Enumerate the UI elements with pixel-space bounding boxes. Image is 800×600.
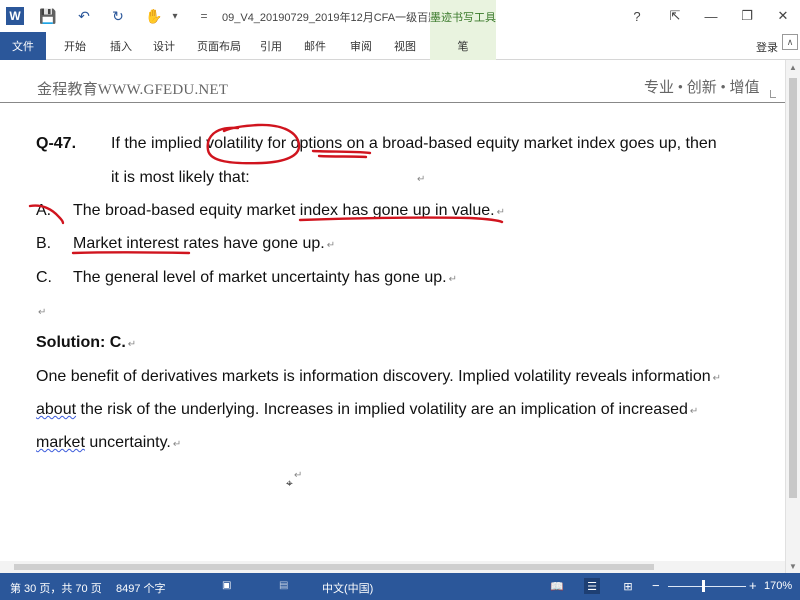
scroll-up-icon[interactable]: ▲ xyxy=(786,60,800,74)
help-button[interactable]: ? xyxy=(620,0,654,32)
paragraph-mark-icon: ↵ xyxy=(38,307,47,318)
record-macro-icon[interactable]: ▤ xyxy=(279,580,288,591)
option-c-letter: C. xyxy=(36,269,52,286)
tab-design[interactable]: 设计 xyxy=(145,32,183,60)
language-indicator[interactable]: 中文(中国) xyxy=(322,580,373,596)
touch-dropdown-icon[interactable]: ▾ xyxy=(168,0,182,32)
word-logo-icon: W xyxy=(6,7,24,25)
solution-line-3: market uncertainty. ↵ xyxy=(36,434,182,451)
word-count[interactable]: 8497 个字 xyxy=(116,580,166,596)
zoom-level[interactable]: 170% xyxy=(764,580,792,592)
paragraph-mark-icon: ↵ xyxy=(294,470,303,481)
option-c-text: The general level of market uncertainty … xyxy=(73,269,457,286)
collapse-ribbon-icon[interactable]: ∧ xyxy=(782,34,798,50)
save-icon[interactable]: 💾 xyxy=(34,0,62,32)
web-layout-icon[interactable]: ⊞ xyxy=(620,578,636,594)
scrollbar-thumb[interactable] xyxy=(789,78,797,498)
tab-view[interactable]: 视图 xyxy=(388,32,422,60)
ink-underline-options-2 xyxy=(317,154,368,159)
minimize-button[interactable]: — xyxy=(694,0,728,32)
option-a-text: The broad-based equity market index has … xyxy=(73,202,505,219)
tab-mailings[interactable]: 邮件 xyxy=(298,32,332,60)
touch-mode-icon[interactable]: ✋ xyxy=(140,0,168,32)
ribbon-display-options-icon[interactable]: ⇱ xyxy=(658,0,692,32)
text-cursor-icon: ⌖ xyxy=(286,476,293,490)
question-number: Q-47. xyxy=(36,135,77,152)
zoom-out-button[interactable]: − xyxy=(652,578,660,593)
tab-pen[interactable]: 笔 xyxy=(430,32,496,60)
document-title: 09_V4_20190729_2019年12月CFA一级百题... xyxy=(222,12,449,24)
horizontal-scrollbar-thumb[interactable] xyxy=(14,564,654,570)
page-count[interactable]: 第 30 页，共 70 页 xyxy=(10,580,102,596)
paragraph-mark-icon: ↵ xyxy=(417,174,426,185)
print-layout-icon[interactable]: ☰ xyxy=(584,578,600,594)
option-b-letter: B. xyxy=(36,235,52,252)
zoom-in-button[interactable]: + xyxy=(749,578,757,593)
customize-qat-icon[interactable]: = xyxy=(190,0,218,32)
document-page[interactable]: 金程教育WWW.GFEDU.NET 专业 • 创新 • 增值 Q-47. If … xyxy=(0,60,785,573)
sign-in-link[interactable]: 登录 xyxy=(756,39,778,55)
solution-line-1: One benefit of derivatives markets is in… xyxy=(36,368,722,385)
header-divider xyxy=(0,102,785,103)
option-a-letter: A. xyxy=(36,202,52,219)
ink-tools-context-header: 墨迹书写工具 xyxy=(430,0,496,32)
zoom-slider-thumb[interactable] xyxy=(702,580,705,592)
ribbon-tabs: 文件 开始 插入 设计 页面布局 引用 邮件 审阅 视图 笔 登录 xyxy=(0,32,800,60)
tab-page-layout[interactable]: 页面布局 xyxy=(194,32,244,60)
solution-label: Solution: C. ↵ xyxy=(36,334,137,351)
tab-file[interactable]: 文件 xyxy=(0,32,46,60)
tab-home[interactable]: 开始 xyxy=(56,32,94,60)
redo-icon[interactable]: ↻ xyxy=(104,0,132,32)
solution-line-2: about the risk of the underlying. Increa… xyxy=(36,401,699,418)
page-header-left: 金程教育WWW.GFEDU.NET xyxy=(37,82,229,98)
scroll-down-icon[interactable]: ▼ xyxy=(786,559,800,573)
tab-references[interactable]: 引用 xyxy=(254,32,288,60)
option-b-text: Market interest rates have gone up. ↵ xyxy=(73,235,336,252)
tab-insert[interactable]: 插入 xyxy=(102,32,140,60)
status-bar: 第 30 页，共 70 页 8497 个字 ▣ ▤ 中文(中国) 📖 ☰ ⊞ −… xyxy=(0,573,800,600)
proofing-icon[interactable]: ▣ xyxy=(222,580,231,591)
question-line-2: it is most likely that: xyxy=(111,169,250,186)
header-corner-mark xyxy=(770,90,776,98)
question-line-1: If the implied volatility for options on… xyxy=(111,135,717,152)
page-header-right: 专业 • 创新 • 增值 xyxy=(644,80,760,96)
close-button[interactable]: ✕ xyxy=(766,0,800,32)
maximize-button[interactable]: ❐ xyxy=(730,0,764,32)
zoom-slider[interactable] xyxy=(668,586,746,587)
horizontal-scrollbar[interactable] xyxy=(0,561,785,573)
read-mode-icon[interactable]: 📖 xyxy=(549,578,565,594)
tab-review[interactable]: 审阅 xyxy=(344,32,378,60)
undo-icon[interactable]: ↶ xyxy=(70,0,98,32)
vertical-scrollbar[interactable]: ▲ ▼ xyxy=(785,60,800,573)
